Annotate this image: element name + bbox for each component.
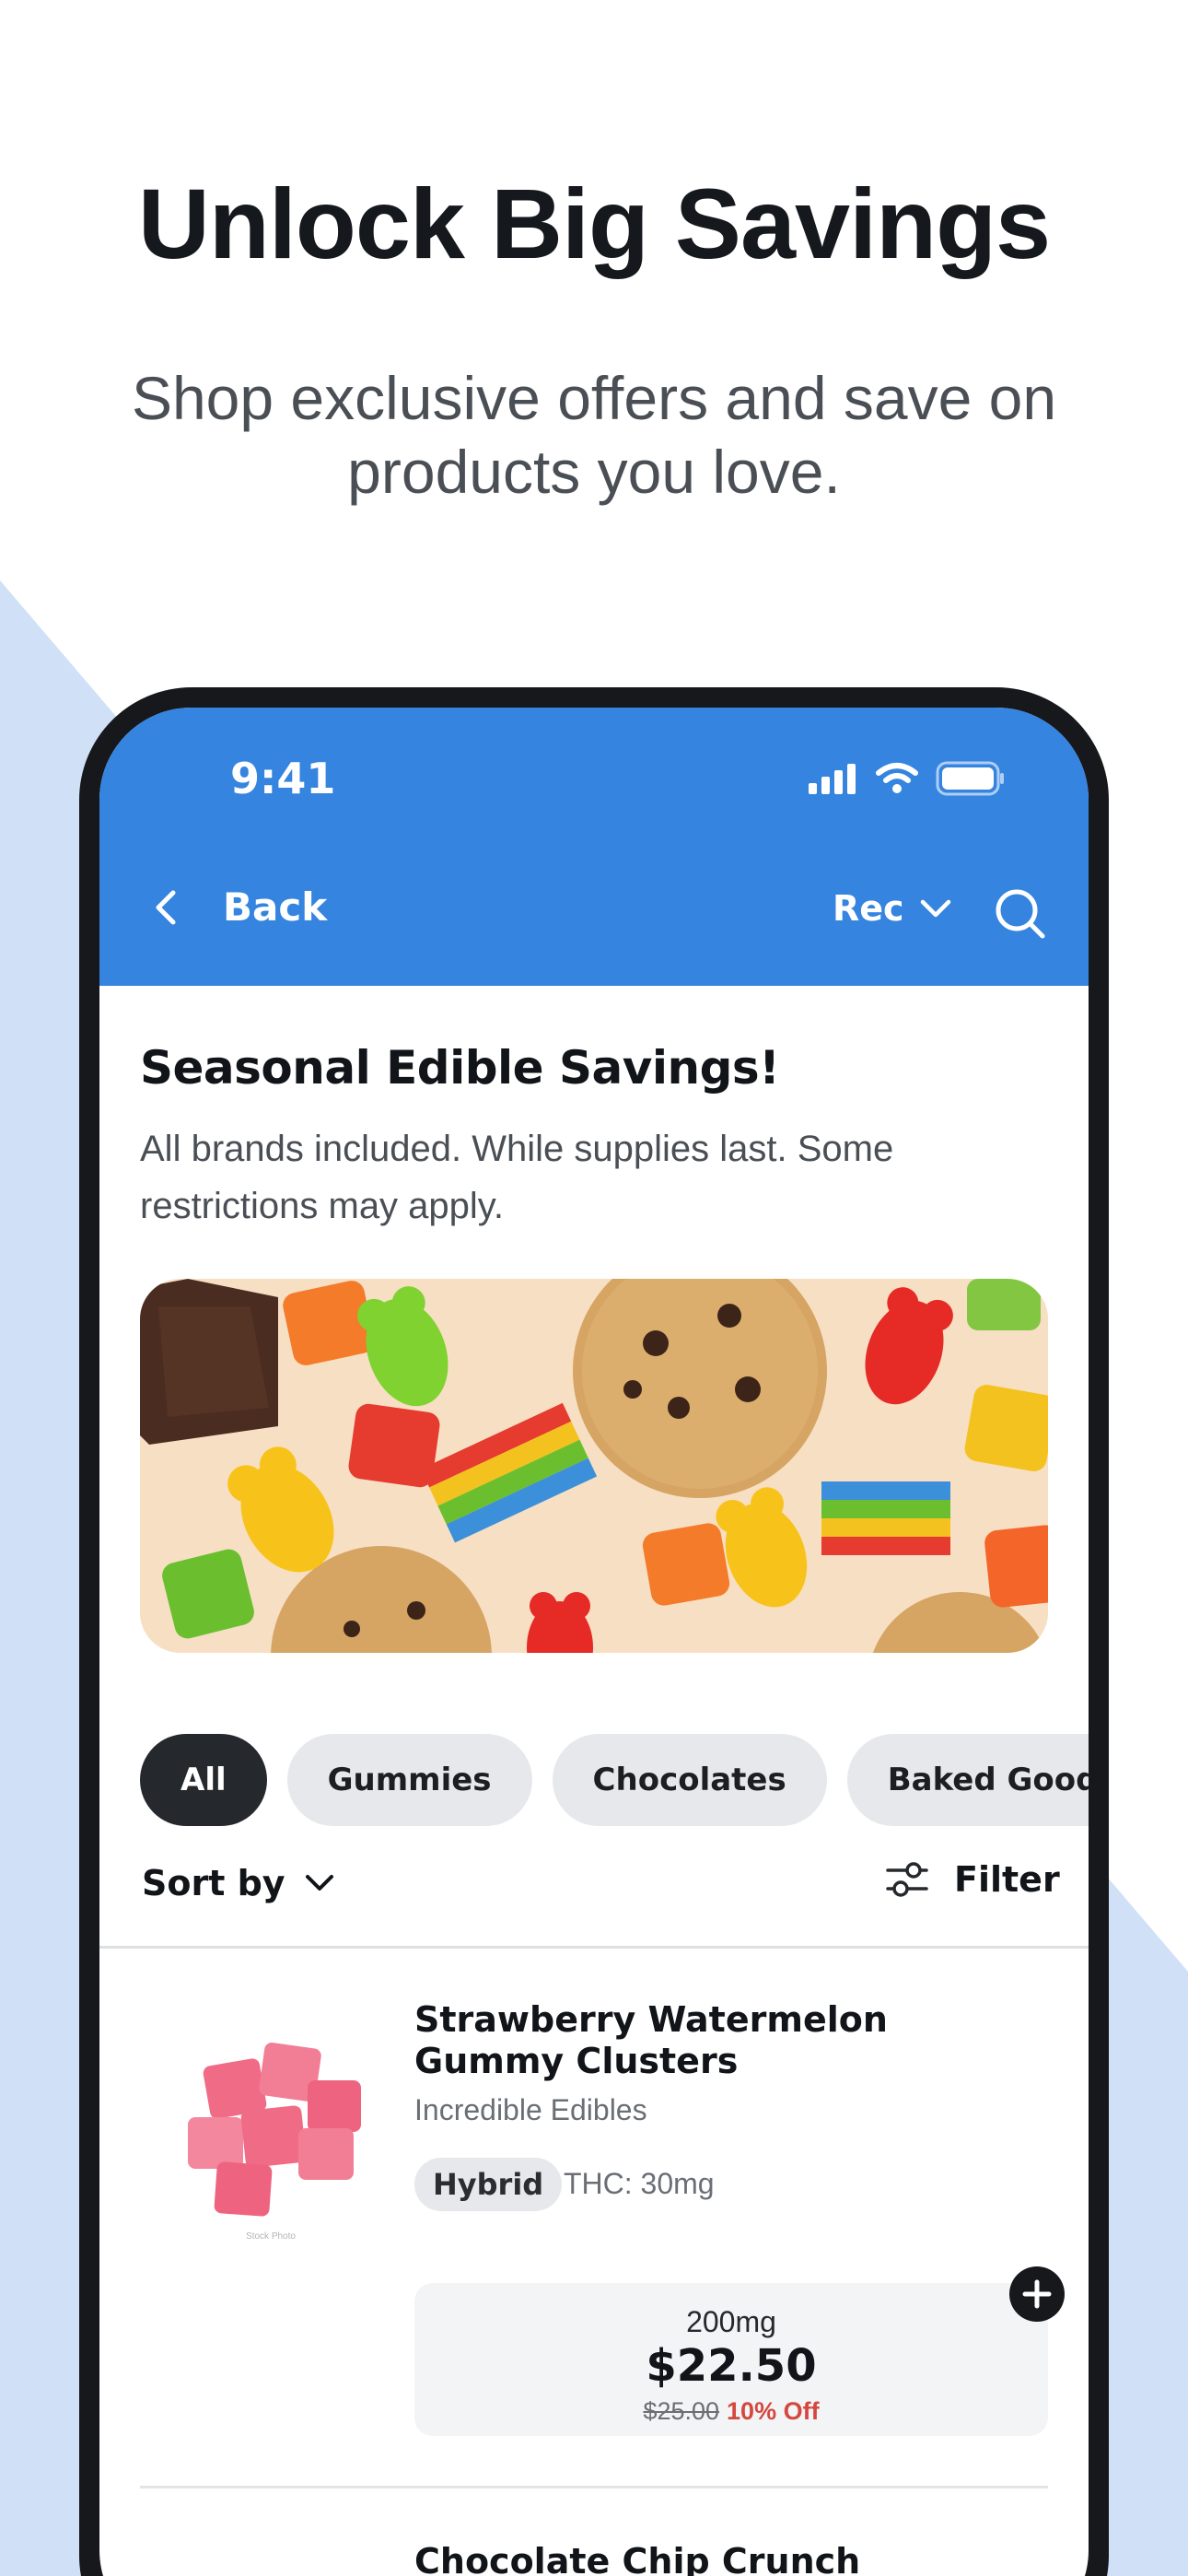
toolbar-divider (99, 1946, 1089, 1949)
chip-gummies[interactable]: Gummies (286, 1734, 532, 1826)
wifi-icon (876, 763, 918, 793)
filter-label: Filter (954, 1859, 1060, 1900)
sort-by-dropdown[interactable]: Sort by (142, 1863, 335, 1903)
promo-title: Seasonal Edible Savings! (140, 1041, 780, 1095)
phone-screen: 9:41 Back Rec Seasonal Edible Savings! A… (99, 708, 1089, 2576)
strain-badge: Hybrid (414, 2158, 563, 2211)
category-chips: All Gummies Chocolates Baked Goods (140, 1734, 1089, 1826)
product-image: Stock Photo (169, 2025, 381, 2255)
product-divider (140, 2486, 1048, 2488)
search-icon (996, 889, 1045, 939)
status-time: 9:41 (230, 754, 336, 803)
original-price: $25.00 (643, 2397, 720, 2425)
price-discount-line: $25.00 10% Off (414, 2397, 1048, 2426)
stock-photo-caption: Stock Photo (246, 2231, 296, 2242)
add-to-cart-button[interactable] (1009, 2266, 1065, 2322)
signal-icon (809, 764, 856, 794)
product-brand: Incredible Edibles (414, 2093, 647, 2126)
chevron-down-icon (305, 1875, 333, 1891)
product-name[interactable]: Chocolate Chip Crunch (414, 2541, 860, 2576)
filter-button[interactable]: Filter (886, 1859, 1060, 1900)
battery-icon (936, 761, 1004, 796)
chip-baked-goods[interactable]: Baked Goods (846, 1734, 1089, 1826)
chevron-down-icon (920, 899, 950, 918)
chevron-left-icon (156, 890, 176, 924)
status-icons (807, 761, 1006, 796)
marketing-subheadline: Shop exclusive offers and save on produc… (131, 364, 1057, 506)
discount-label: 10% Off (727, 2397, 820, 2425)
filter-sliders-icon (886, 1862, 928, 1897)
search-button[interactable] (993, 886, 1048, 946)
price-option[interactable]: 200mg $22.50 $25.00 10% Off (414, 2283, 1048, 2436)
promo-description: All brands included. While supplies last… (140, 1129, 894, 1226)
back-label: Back (223, 884, 328, 930)
chip-chocolates[interactable]: Chocolates (552, 1734, 827, 1826)
sort-by-label: Sort by (142, 1863, 285, 1903)
chip-all[interactable]: All (140, 1734, 267, 1826)
price-value: $22.50 (646, 2340, 817, 2392)
marketing-headline: Unlock Big Savings (137, 168, 1051, 279)
plus-icon (1022, 2279, 1052, 2309)
menu-type-dropdown[interactable]: Rec (833, 888, 952, 929)
thc-content: THC: 30mg (564, 2167, 715, 2200)
back-button[interactable]: Back (151, 884, 327, 930)
app-header: 9:41 Back Rec (99, 708, 1089, 986)
menu-type-label: Rec (833, 888, 904, 929)
price-weight: 200mg (686, 2305, 776, 2338)
product-name[interactable]: Strawberry Watermelon Gummy Clusters (414, 1999, 1041, 2082)
promo-banner-image (140, 1279, 1048, 1653)
